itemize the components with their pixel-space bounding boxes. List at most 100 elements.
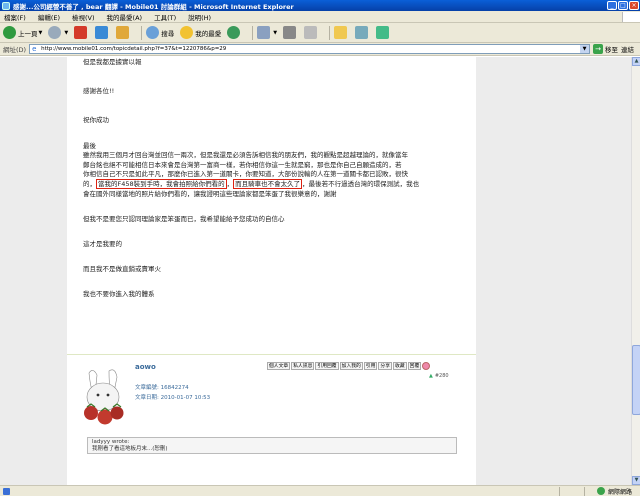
status-separator (583, 486, 585, 496)
back-dropdown-icon[interactable]: ▼ (39, 30, 43, 36)
highlight-box: 而且騎車也不會太久了 (233, 178, 303, 189)
author-section: aowo 文章編號: 16842274 文章日期: 2010-01-07 10:… (67, 357, 476, 437)
refresh-icon (95, 26, 109, 39)
favorites-star-icon (180, 26, 194, 39)
folder-icon (334, 26, 348, 39)
address-label: 網址(D) (3, 46, 27, 54)
post-line: 祝你成功 (83, 116, 109, 125)
search-button[interactable]: 搜尋 (146, 26, 174, 39)
post-divider (67, 354, 476, 355)
forward-arrow-icon (48, 26, 62, 39)
go-arrow-icon: → (593, 44, 603, 54)
post-body: 但是我都是據實以報 感謝各位!! 祝你成功 最後 雖然我用三個月才回台灣並回信一… (83, 57, 472, 300)
close-button[interactable]: × (629, 1, 639, 10)
reply-button[interactable]: 回覆 (407, 362, 422, 370)
messenger-icon (355, 26, 369, 39)
post-line (83, 97, 472, 107)
post-line: 而且我不是做直銷或賣軍火 (83, 265, 161, 274)
refresh-button[interactable] (95, 26, 110, 39)
print-button[interactable] (283, 26, 298, 39)
post-line: 我也不要你進入我的體系 (83, 290, 155, 299)
floor-indicator: ▲ #280 (429, 373, 449, 379)
forward-dropdown-icon[interactable]: ▼ (64, 30, 68, 36)
menu-file[interactable]: 檔案(F) (4, 12, 26, 22)
left-margin (0, 57, 67, 485)
mail-button[interactable]: ▼ (257, 26, 277, 39)
scroll-thumb[interactable] (632, 345, 640, 415)
menu-view[interactable]: 檢視(V) (72, 12, 95, 22)
menu-help[interactable]: 說明(H) (188, 12, 211, 22)
window-title: 感謝...公司經營不善了 , bear 翻譯 - Mobile01 討論群組 -… (13, 2, 294, 11)
search-icon (146, 26, 160, 39)
author-meta: 文章編號: 16842274 文章日期: 2010-01-07 10:53 (135, 383, 210, 403)
home-button[interactable] (116, 26, 131, 39)
post-line: 這才是我要的 (83, 239, 122, 248)
post-column: 但是我都是據實以報 感謝各位!! 祝你成功 最後 雖然我用三個月才回台灣並回信一… (67, 57, 476, 485)
forward-button[interactable]: ▼ (48, 26, 68, 39)
messenger-button[interactable] (355, 26, 370, 39)
vertical-scrollbar[interactable]: ▲ ▼ (631, 57, 640, 485)
page-icon: e (32, 44, 37, 53)
post-line (83, 126, 472, 136)
back-label: 上一頁 (18, 29, 38, 38)
avatar[interactable] (79, 365, 129, 430)
title-bar: 感謝...公司經營不善了 , bear 翻譯 - Mobile01 討論群組 -… (0, 0, 640, 11)
add-to-mine-button[interactable]: 加入我的 (339, 362, 363, 370)
highlight-box: 當我的F458裝到手時，我會拍照給你們看的 (96, 178, 227, 189)
menu-favorites[interactable]: 我的最愛(A) (107, 12, 143, 22)
report-icon[interactable] (422, 362, 431, 370)
security-zone: 網際網路 (596, 487, 640, 496)
menu-edit[interactable]: 編輯(E) (38, 12, 60, 22)
ie-app-icon (2, 1, 10, 10)
post-line (83, 250, 472, 260)
favorites-label: 我的最愛 (195, 29, 222, 38)
quote-reply-button[interactable]: 引用回覆 (315, 362, 339, 370)
folder-button[interactable] (334, 26, 349, 39)
minimize-button[interactable]: _ (607, 1, 617, 10)
toolbar-separator (329, 25, 331, 40)
share-button[interactable]: 分享 (378, 362, 393, 370)
post-line: 鄭台銘也絕不可能相信日本來會是台灣第一富商一樣，若你相信你這一生就是窮，那也是你… (83, 160, 402, 169)
quote-button[interactable]: 引用 (363, 362, 378, 370)
address-url[interactable]: http://www.mobile01.com/topicdetail.php?… (41, 46, 580, 52)
zone-label: 網際網路 (607, 488, 632, 496)
scroll-up-button[interactable]: ▲ (632, 57, 640, 66)
stop-icon (74, 26, 88, 39)
avatar-image (79, 365, 129, 430)
right-margin (476, 57, 631, 485)
research-button[interactable] (376, 26, 391, 39)
history-button[interactable] (227, 26, 242, 39)
private-message-button[interactable]: 私人訊息 (291, 362, 315, 370)
internet-zone-icon (596, 487, 605, 495)
address-dropdown-icon[interactable]: ▼ (580, 45, 589, 53)
stop-button[interactable] (74, 26, 89, 39)
links-button[interactable]: 連結 (621, 44, 634, 54)
post-line: 但是我都是據實以報 (83, 58, 142, 66)
mail-dropdown-icon[interactable]: ▼ (273, 30, 277, 36)
address-input[interactable]: e http://www.mobile01.com/topicdetail.ph… (29, 44, 590, 54)
scroll-down-button[interactable]: ▼ (632, 476, 640, 485)
maximize-button[interactable]: □ (618, 1, 628, 10)
bookmark-button[interactable]: 收藏 (393, 362, 407, 370)
post-text-segment: ，最後若不行過透台灣的環保測試，我也 (302, 179, 420, 188)
post-line-highlighted: 的， 當我的F458裝到手時，我會拍照給你們看的，而且騎車也不會太久了 ，最後若不行… (83, 178, 472, 190)
personal-posts-button[interactable]: 個人文章 (267, 362, 291, 370)
author-name[interactable]: aowo (135, 363, 156, 371)
up-arrow-icon[interactable]: ▲ (429, 373, 433, 379)
post-line: 最後 (83, 141, 96, 150)
toolbar: 上一頁 ▼ ▼ 搜尋 我的最愛 ▼ (0, 23, 640, 43)
post-line: 雖然我用三個月才回台灣並回信一兩次，但是我還是必須告訴相信我的朋友們，我的觀點是… (83, 151, 408, 160)
favorites-button[interactable]: 我的最愛 (180, 26, 221, 39)
quote-box: ladyyy wrote: 我剛看了看這地板月末...(恕刪) (87, 437, 457, 454)
post-text-segment: 的， (83, 179, 96, 188)
go-button[interactable]: → 移至 (593, 44, 618, 54)
edit-button[interactable] (304, 26, 319, 39)
home-icon (116, 26, 130, 39)
menu-bar: 檔案(F) 編輯(E) 檢視(V) 我的最愛(A) 工具(T) 說明(H) (0, 11, 640, 23)
menu-tools[interactable]: 工具(T) (154, 12, 176, 22)
back-button[interactable]: 上一頁 ▼ (3, 26, 42, 39)
post-date-value: 2010-01-07 10:53 (160, 395, 211, 401)
status-separator (558, 486, 560, 496)
mail-icon (257, 26, 271, 39)
post-actions: 個人文章 私人訊息 引用回覆 加入我的 引用 分享 收藏 回覆 (267, 362, 431, 370)
